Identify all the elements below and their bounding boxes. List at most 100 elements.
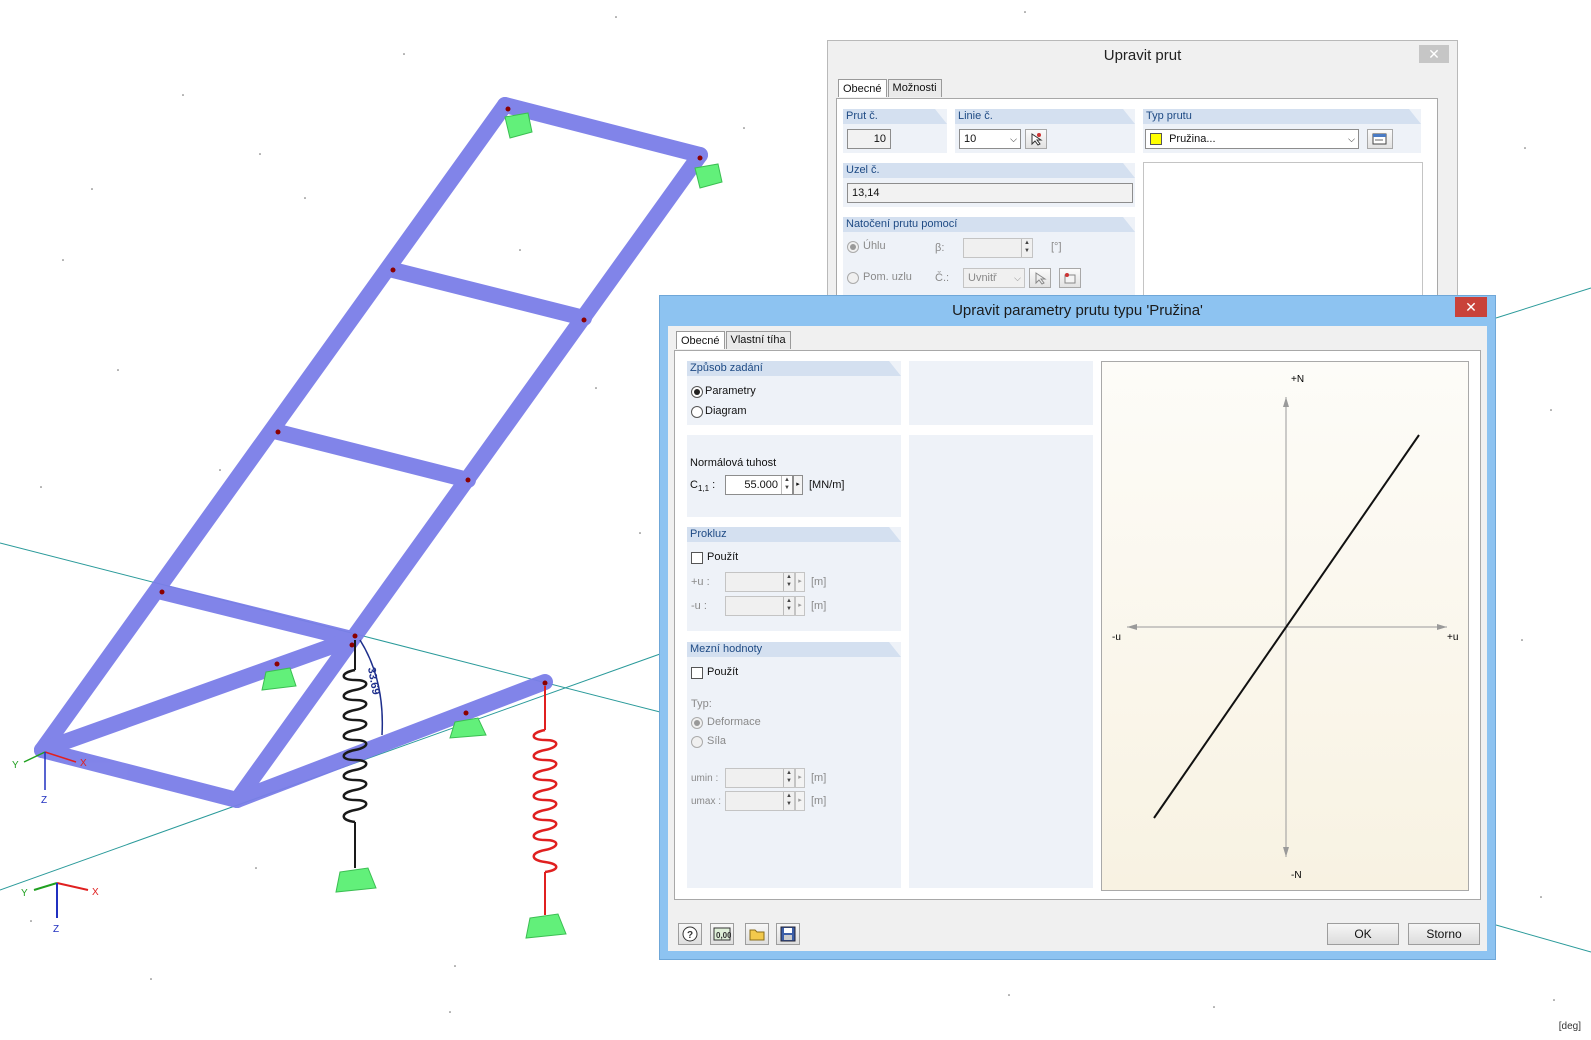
member-type-group: Typ prutu Pružina... ⌵ [1143, 109, 1421, 153]
pick-line-button[interactable] [1025, 129, 1047, 149]
diagram-plus-u: +u [1447, 632, 1458, 643]
limits-group: Mezní hodnoty Použít Typ: Deformace Síla… [687, 642, 901, 888]
parameters-radio[interactable] [691, 386, 703, 398]
axis-x-label: X [80, 758, 87, 769]
nodes-field[interactable]: 13,14 [847, 183, 1133, 203]
pick-cursor-icon [1031, 133, 1043, 146]
slip-label: Prokluz [687, 527, 901, 542]
tab-general[interactable]: Obecné [838, 79, 887, 97]
beta-field[interactable]: ▲ ▼ [963, 238, 1033, 258]
line-no-select[interactable]: 10 ⌵ [959, 129, 1021, 149]
chevron-down-icon: ⌵ [1014, 273, 1021, 283]
chevron-down-icon: ⌵ [1010, 134, 1017, 144]
svg-text:?: ? [687, 930, 693, 941]
cancel-button[interactable]: Storno [1408, 923, 1480, 945]
new-node-button[interactable] [1059, 268, 1081, 288]
input-mode-label: Způsob zadání [687, 361, 901, 376]
frame-members [34, 97, 708, 808]
open-button[interactable] [745, 923, 769, 945]
slip-minus-u-menu-button[interactable]: ▸ [795, 596, 805, 616]
umin-unit: [m] [811, 772, 827, 784]
tab-options[interactable]: Možnosti [887, 79, 942, 97]
force-label: Síla [707, 735, 726, 747]
spring-dialog-titlebar: Upravit parametry prutu typu 'Pružina' ✕ [660, 296, 1495, 325]
limits-label: Mezní hodnoty [687, 642, 901, 657]
stiffness-symbol: C1,1 : [690, 479, 716, 494]
umin-field[interactable]: ▲ ▼ [725, 768, 795, 788]
stiffness-value: 55.000 [744, 479, 778, 491]
rotation-node-radio[interactable] [847, 272, 859, 284]
slip-plus-u-menu-button[interactable]: ▸ [795, 572, 805, 592]
member-no-label: Prut č. [843, 109, 947, 124]
limits-use-checkbox[interactable] [691, 667, 703, 679]
member-type-select[interactable]: Pružina... ⌵ [1145, 129, 1359, 149]
slip-use-checkbox[interactable] [691, 552, 703, 564]
member-type-value: Pružina... [1169, 133, 1216, 145]
diagram-radio[interactable] [691, 406, 703, 418]
help-icon: ? [682, 926, 698, 942]
input-mode-group: Způsob zadání Parametry Diagram [687, 361, 901, 425]
rotation-angle-label: Úhlu [863, 240, 886, 252]
nodes-label: Uzel č. [843, 163, 1135, 178]
force-radio[interactable] [691, 736, 703, 748]
svg-text:0,00: 0,00 [716, 931, 731, 940]
spring-parameters-dialog: Upravit parametry prutu typu 'Pružina' ✕… [659, 295, 1496, 960]
new-node-icon [1064, 273, 1076, 284]
stiffness-group: Normálová tuhost C1,1 : 55.000 ▲ ▼ ▸ [MN/… [687, 435, 901, 517]
deformation-label: Deformace [707, 716, 761, 728]
member-type-swatch [1150, 133, 1162, 146]
line-no-group: Linie č. 10 ⌵ [955, 109, 1135, 153]
help-button[interactable]: ? [678, 923, 702, 945]
member-type-preview [1143, 162, 1423, 295]
spin-icon: ▲ ▼ [783, 573, 794, 591]
ok-button[interactable]: OK [1327, 923, 1399, 945]
slip-group: Prokluz Použít +u : ▲ ▼ ▸ [m] -u : ▲ ▼ ▸ [… [687, 527, 901, 631]
rotation-group: Natočení prutu pomocí Úhlu β: ▲ ▼ [°] Pom… [843, 217, 1135, 295]
rotation-node-label: Pom. uzlu [863, 271, 912, 283]
units-button[interactable]: 0,00 [710, 923, 734, 945]
line-no-value: 10 [964, 133, 977, 145]
slip-plus-u-field[interactable]: ▲ ▼ [725, 572, 795, 592]
umax-field[interactable]: ▲ ▼ [725, 791, 795, 811]
save-icon [780, 926, 796, 942]
beta-unit: [°] [1051, 241, 1062, 253]
node-select[interactable]: Uvnitř ⌵ [963, 268, 1025, 288]
axis-y-label: Y [12, 760, 19, 771]
stiffness-unit: [MN/m] [809, 479, 845, 491]
slip-use-label: Použít [707, 551, 739, 563]
corner-axis-x-label: X [92, 887, 99, 898]
stiffness-field[interactable]: 55.000 ▲ ▼ [725, 475, 793, 495]
edit-member-tabs: Obecné Možnosti [838, 79, 943, 97]
unit-label: [deg] [1558, 1021, 1581, 1032]
member-type-label: Typ prutu [1143, 109, 1421, 124]
node-select-value: Uvnitř [968, 272, 997, 284]
diagram-plus-n: +N [1291, 374, 1304, 385]
pick-cursor-icon [1035, 272, 1047, 285]
spring-dialog-close-button[interactable]: ✕ [1455, 297, 1487, 317]
corner-axis-y-label: Y [21, 888, 28, 899]
save-button[interactable] [776, 923, 800, 945]
tab-self-weight[interactable]: Vlastní tíha [725, 331, 791, 349]
spin-icon: ▲ ▼ [781, 476, 792, 494]
stiffness-menu-button[interactable]: ▸ [793, 475, 803, 495]
rotation-angle-radio[interactable] [847, 241, 859, 253]
pick-node-button[interactable] [1029, 268, 1051, 288]
umin-menu-button[interactable]: ▸ [795, 768, 805, 788]
stiffness-symbol-text: C [690, 479, 698, 491]
tab-general[interactable]: Obecné [676, 331, 725, 349]
umax-menu-button[interactable]: ▸ [795, 791, 805, 811]
slip-minus-u-unit: [m] [811, 600, 827, 612]
units-icon: 0,00 [713, 927, 731, 941]
slip-minus-u-field[interactable]: ▲ ▼ [725, 596, 795, 616]
umax-label: umax : [691, 796, 722, 807]
input-mode-side-group [909, 361, 1093, 425]
axis-z-label: Z [41, 795, 47, 806]
spring-diagram-svg: +N -N -u +u [1112, 374, 1458, 881]
spring-diagram: +N -N -u +u [1101, 361, 1469, 891]
member-no-field[interactable]: 10 [847, 129, 891, 149]
edit-member-close-button[interactable]: ✕ [1419, 45, 1449, 63]
spring-dialog-title: Upravit parametry prutu typu 'Pružina' [952, 302, 1203, 319]
deformation-radio[interactable] [691, 717, 703, 729]
spring-dialog-client: Obecné Vlastní tíha Způsob zadání Parame… [668, 326, 1487, 951]
edit-member-type-button[interactable] [1367, 129, 1393, 149]
